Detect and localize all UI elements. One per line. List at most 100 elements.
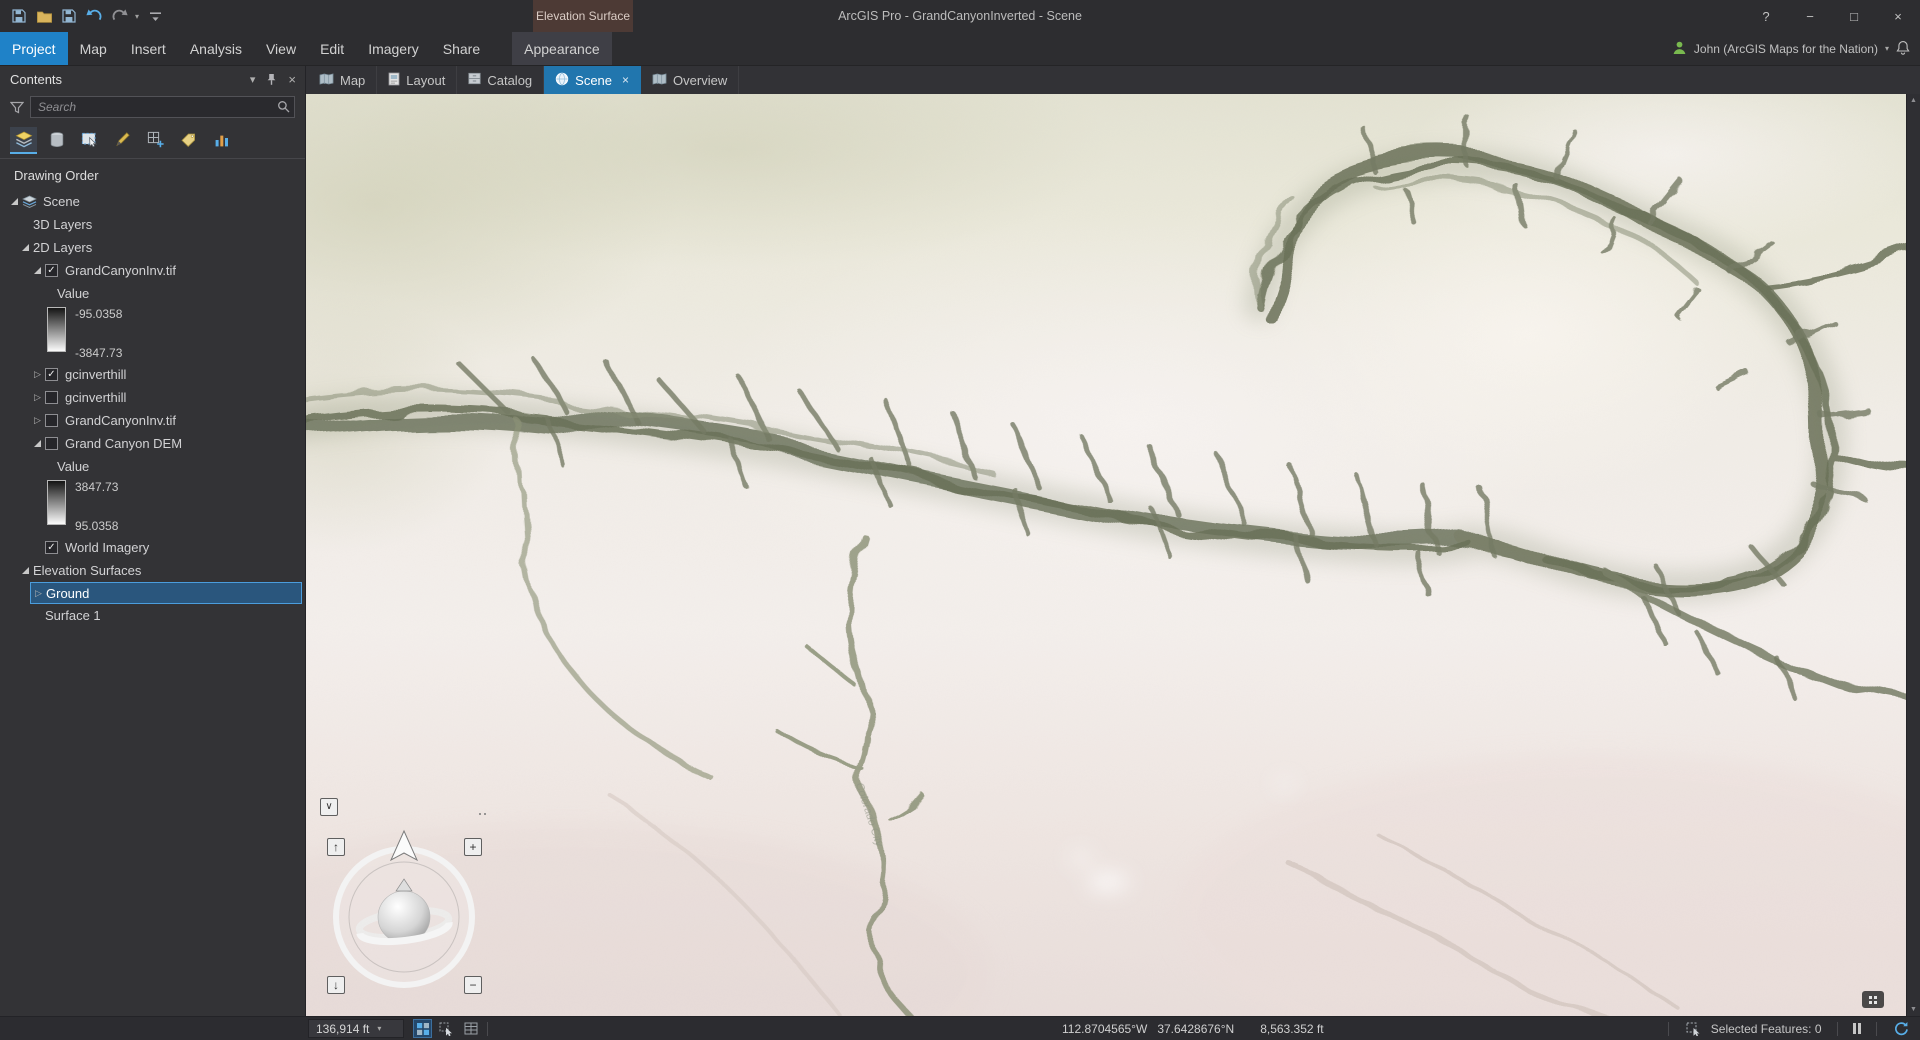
open-project-button[interactable] [35, 7, 53, 25]
list-by-data-source-tab[interactable] [43, 127, 70, 154]
zoom-out-button[interactable]: − [464, 976, 482, 994]
search-input[interactable] [30, 96, 295, 118]
list-by-snapping-tab[interactable] [142, 127, 169, 154]
layer-item-world-imagery[interactable]: ✓ World Imagery [0, 536, 305, 559]
list-by-editing-tab[interactable] [109, 127, 136, 154]
layer-item-gcinverthill[interactable]: ▷ ✓ gcinverthill [0, 363, 305, 386]
layer-visibility-checkbox[interactable] [45, 414, 58, 427]
attribution-badge[interactable] [1862, 991, 1884, 1008]
pause-drawing-button[interactable] [1852, 1023, 1861, 1034]
customize-toolbar-button[interactable] [146, 7, 164, 25]
scroll-down-icon[interactable]: ▼ [1910, 1006, 1917, 1013]
view-tab-map[interactable]: Map [308, 66, 378, 94]
save-project-button[interactable] [10, 7, 28, 25]
divider [487, 1021, 488, 1036]
refresh-view-button[interactable] [1892, 1019, 1911, 1038]
map-scrollbar[interactable]: ▲ ▼ [1906, 94, 1920, 1016]
ribbon-tab-map[interactable]: Map [68, 32, 119, 65]
layer-tree: Scene 3D Layers 2D Layers ✓ GrandCanyonInv.t… [0, 190, 305, 1016]
layer-item-2d-layers[interactable]: 2D Layers [0, 236, 305, 259]
layer-item-elevation-surfaces[interactable]: Elevation Surfaces [0, 559, 305, 582]
layer-item-3d-layers[interactable]: 3D Layers [0, 213, 305, 236]
latitude-value: 37.6428676°N [1157, 1021, 1235, 1036]
map-scale-combobox[interactable]: 136,914 ft ▾ [308, 1019, 404, 1038]
layer-visibility-checkbox[interactable] [45, 437, 58, 450]
undo-button[interactable] [85, 7, 103, 25]
undo-dropdown-caret-icon[interactable]: ▾ [135, 12, 139, 21]
ribbon-tab-insert[interactable]: Insert [119, 32, 178, 65]
layer-item-ground[interactable]: ▷ Ground [30, 582, 302, 604]
layer-item-grandcanyoninv-tif[interactable]: ✓ GrandCanyonInv.tif [0, 259, 305, 282]
ribbon-tab-edit[interactable]: Edit [308, 32, 356, 65]
list-by-charts-tab[interactable] [208, 127, 235, 154]
tree-label: Surface 1 [45, 608, 101, 623]
list-by-labeling-tab[interactable] [175, 127, 202, 154]
look-up-button[interactable]: ↑ [327, 838, 345, 856]
layer-visibility-checkbox[interactable]: ✓ [45, 368, 58, 381]
save-button[interactable] [60, 7, 78, 25]
expander-collapsed-icon[interactable]: ▷ [31, 588, 46, 599]
zoom-in-button[interactable]: + [464, 838, 482, 856]
contents-pane-title: Contents [10, 72, 63, 87]
account-name[interactable]: John (ArcGIS Maps for the Nation) [1694, 42, 1878, 56]
ribbon-tab-bar: Project Map Insert Analysis View Edit Imagery S… [0, 32, 1920, 66]
titlebar: ▾ Elevation Surface ArcGIS Pro - GrandCa… [0, 0, 1920, 32]
expander-collapsed-icon[interactable]: ▷ [30, 415, 45, 426]
view-tab-overview[interactable]: Overview [641, 66, 740, 94]
expander-collapsed-icon[interactable]: ▷ [30, 392, 45, 403]
navigator-compass[interactable] [322, 827, 486, 997]
close-pane-icon[interactable]: × [288, 72, 296, 87]
account-avatar-icon [1672, 40, 1687, 58]
ribbon-tab-imagery[interactable]: Imagery [356, 32, 431, 65]
filter-icon[interactable] [10, 101, 24, 114]
help-button[interactable]: ? [1744, 0, 1788, 32]
look-down-button[interactable]: ↓ [327, 976, 345, 994]
coordinate-readout[interactable]: 112.8704565°W 37.6428676°N 8,563.352 ft [1062, 1022, 1324, 1036]
expander-expanded-icon[interactable] [18, 244, 33, 251]
list-by-selection-tab[interactable] [76, 127, 103, 154]
layer-item-grandcanyoninv-tif[interactable]: ▷ GrandCanyonInv.tif [0, 409, 305, 432]
redo-button[interactable] [110, 7, 128, 25]
ribbon-tab-analysis[interactable]: Analysis [178, 32, 254, 65]
minimize-button[interactable]: − [1788, 0, 1832, 32]
expander-expanded-icon[interactable] [30, 440, 45, 447]
notifications-icon[interactable] [1896, 40, 1910, 58]
navigator-collapse-button[interactable]: ∨ [320, 798, 338, 816]
selected-features-count[interactable]: Selected Features: 0 [1711, 1022, 1822, 1036]
color-ramp-swatch[interactable] [47, 480, 66, 525]
scene-view[interactable]: Colorado City ∨ ↑ + [306, 94, 1920, 1016]
layer-item-gcinverthill[interactable]: ▷ gcinverthill [0, 386, 305, 409]
layer-visibility-checkbox[interactable]: ✓ [45, 541, 58, 554]
expander-expanded-icon[interactable] [18, 567, 33, 574]
auto-hide-pin-icon[interactable] [266, 73, 277, 86]
layer-visibility-checkbox[interactable] [45, 391, 58, 404]
status-bar: 136,914 ft ▾ 112.8704565°W 37.6428676°N … [0, 1016, 1920, 1040]
expander-expanded-icon[interactable] [30, 267, 45, 274]
scroll-up-icon[interactable]: ▲ [1910, 97, 1917, 104]
view-tab-scene[interactable]: Scene × [544, 66, 642, 94]
view-tab-layout[interactable]: Layout [377, 66, 458, 94]
color-ramp-swatch[interactable] [47, 307, 66, 352]
selection-toggle-icon[interactable] [437, 1019, 456, 1038]
tree-label: Value [57, 459, 90, 474]
expander-collapsed-icon[interactable]: ▷ [30, 369, 45, 380]
ribbon-tab-share[interactable]: Share [431, 32, 492, 65]
ribbon-tab-view[interactable]: View [254, 32, 308, 65]
grid-toggle-icon[interactable] [413, 1019, 432, 1038]
close-tab-icon[interactable]: × [622, 73, 629, 87]
layer-item-scene[interactable]: Scene [0, 190, 305, 213]
maximize-button[interactable]: □ [1832, 0, 1876, 32]
navigator-handle-dots [479, 813, 486, 815]
ramp-min-label: 95.0358 [75, 519, 119, 533]
ribbon-tab-appearance[interactable]: Appearance [512, 32, 612, 65]
layer-item-grand-canyon-dem[interactable]: Grand Canyon DEM [0, 432, 305, 455]
pane-menu-icon[interactable]: ▾ [250, 73, 256, 86]
ribbon-tab-project[interactable]: Project [0, 32, 68, 65]
expander-expanded-icon[interactable] [7, 198, 22, 205]
layer-item-surface-1[interactable]: Surface 1 [0, 604, 305, 627]
layer-visibility-checkbox[interactable]: ✓ [45, 264, 58, 277]
table-toggle-icon[interactable] [461, 1019, 480, 1038]
close-button[interactable]: × [1876, 0, 1920, 32]
view-tab-catalog[interactable]: Catalog [457, 66, 545, 94]
list-by-drawing-order-tab[interactable] [10, 127, 37, 154]
